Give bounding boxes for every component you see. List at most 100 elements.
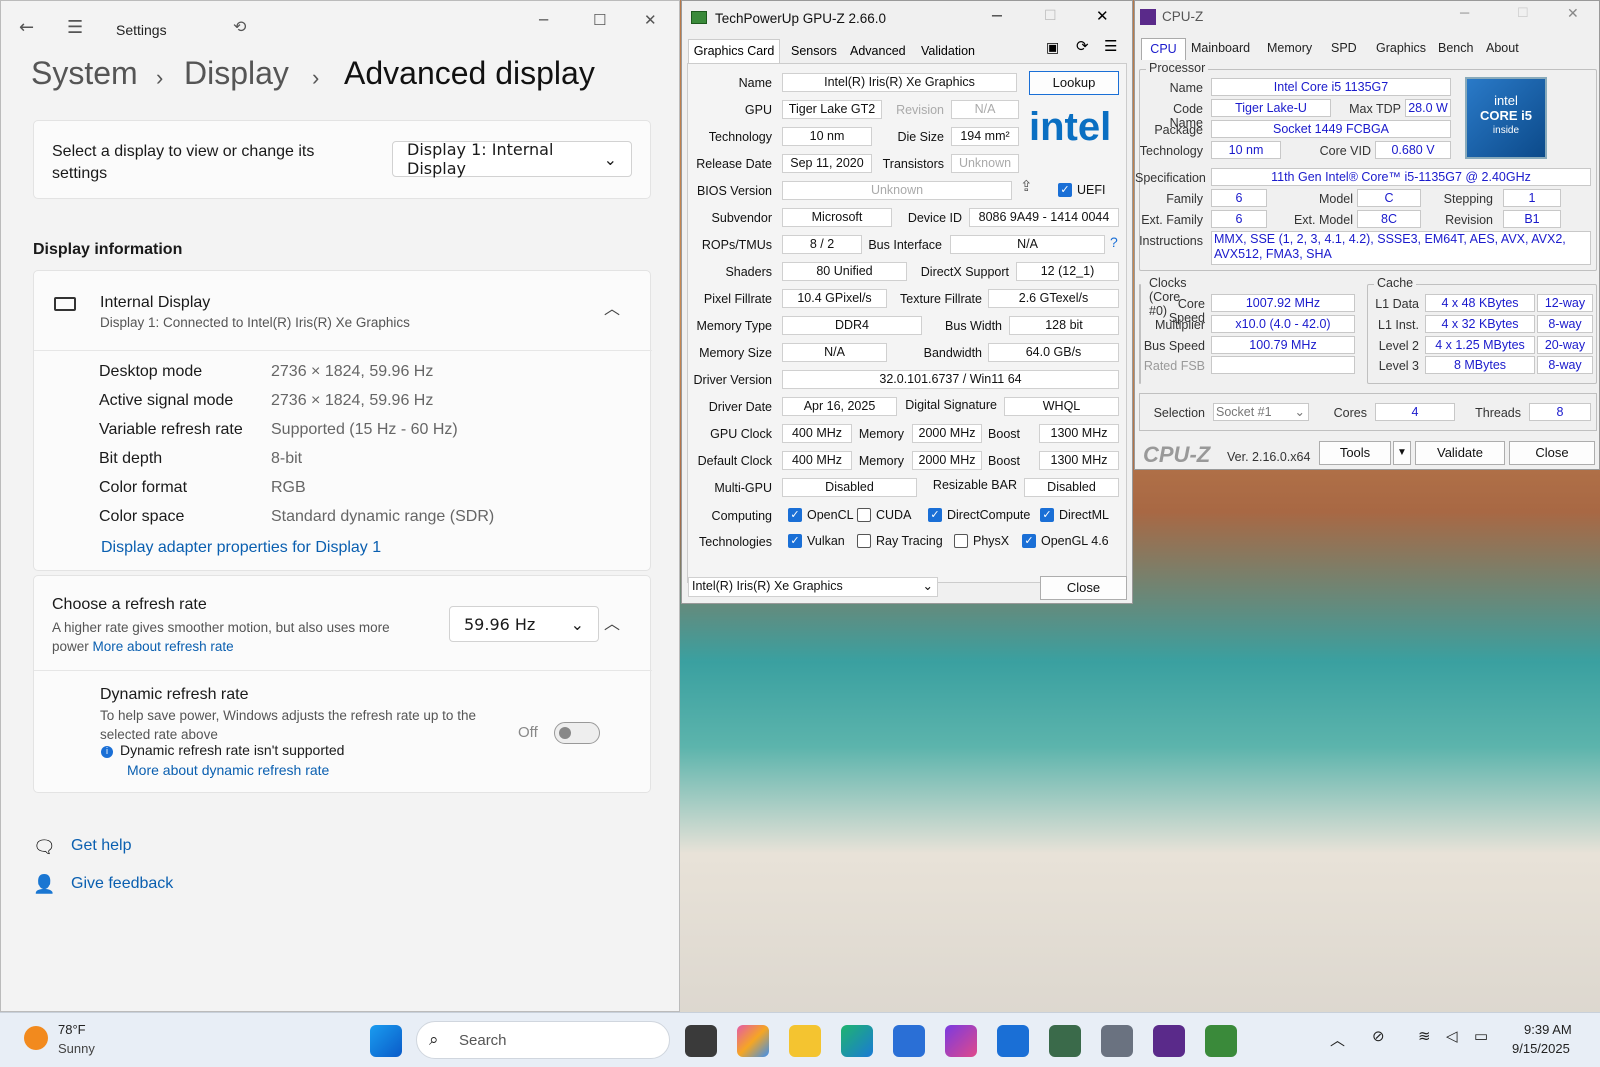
share-icon[interactable]: ⇪ bbox=[1020, 177, 1033, 195]
cores-label: Cores bbox=[1333, 406, 1367, 420]
uefi-checkbox[interactable]: ✓ UEFI bbox=[1058, 183, 1105, 197]
revision-label: Revision bbox=[896, 103, 944, 117]
breadcrumb-system[interactable]: System bbox=[31, 55, 138, 92]
weather-temp[interactable]: 78°F bbox=[58, 1022, 86, 1037]
breadcrumb-display[interactable]: Display bbox=[184, 55, 289, 92]
refresh-title: Choose a refresh rate bbox=[52, 596, 207, 613]
get-help-link[interactable]: Get help bbox=[71, 837, 131, 855]
tools-button[interactable]: Tools bbox=[1319, 441, 1391, 465]
tab-graphics[interactable]: Graphics bbox=[1376, 41, 1426, 55]
tab-graphics-card[interactable]: Graphics Card bbox=[688, 39, 780, 63]
copilot-icon[interactable] bbox=[737, 1025, 769, 1057]
help-icon[interactable]: ? bbox=[1110, 234, 1118, 250]
cpuz-taskbar-icon[interactable] bbox=[1153, 1025, 1185, 1057]
volume-icon[interactable]: ◁ bbox=[1446, 1027, 1458, 1045]
chevron-up-icon[interactable]: ︿ bbox=[604, 295, 620, 319]
socket-select[interactable]: Socket #1 ⌄ bbox=[1213, 403, 1309, 421]
cpuz-title: CPU-Z bbox=[1162, 9, 1204, 24]
close-icon[interactable]: ✕ bbox=[1567, 5, 1579, 22]
maximize-icon[interactable]: ☐ bbox=[593, 11, 606, 29]
minimize-icon[interactable]: ─ bbox=[539, 11, 548, 29]
directml-checkbox[interactable]: ✓ DirectML bbox=[1040, 508, 1109, 522]
refresh-dropdown[interactable]: 59.96 Hz ⌄ bbox=[449, 606, 599, 642]
task-view-icon[interactable] bbox=[685, 1025, 717, 1057]
settings-window: ← ☰ Settings ⟲ ─ ☐ ✕ System › Display › … bbox=[0, 0, 680, 1012]
battery-icon[interactable]: ▭ bbox=[1474, 1027, 1488, 1045]
name-value: Intel(R) Iris(R) Xe Graphics bbox=[782, 73, 1017, 92]
tab-about[interactable]: About bbox=[1486, 41, 1519, 55]
maximize-icon[interactable]: ☐ bbox=[1517, 5, 1529, 21]
minimize-icon[interactable]: ─ bbox=[992, 7, 1002, 23]
gpu-select[interactable]: Intel(R) Iris(R) Xe Graphics ⌄ bbox=[688, 577, 938, 597]
opengl-checkbox[interactable]: ✓ OpenGL 4.6 bbox=[1022, 534, 1109, 548]
tab-sensors[interactable]: Sensors bbox=[791, 44, 837, 58]
dynamic-refresh-toggle[interactable] bbox=[554, 722, 600, 744]
lookup-button[interactable]: Lookup bbox=[1029, 71, 1119, 95]
directcompute-checkbox[interactable]: ✓ DirectCompute bbox=[928, 508, 1030, 522]
tab-spd[interactable]: SPD bbox=[1331, 41, 1357, 55]
clock-time[interactable]: 9:39 AM bbox=[1524, 1022, 1572, 1037]
tab-bench[interactable]: Bench bbox=[1438, 41, 1473, 55]
menu-icon[interactable]: ☰ bbox=[67, 17, 83, 38]
tab-validation[interactable]: Validation bbox=[921, 44, 975, 58]
level2-label: Level 2 bbox=[1378, 339, 1419, 353]
feedback-icon: 👤 bbox=[33, 874, 56, 895]
gpu-clock-value: 400 MHz bbox=[782, 424, 852, 443]
revision-value: B1 bbox=[1503, 210, 1561, 228]
bus-speed-label: Bus Speed bbox=[1143, 339, 1205, 353]
opencl-checkbox[interactable]: ✓ OpenCL bbox=[788, 508, 854, 522]
stepping-label: Stepping bbox=[1443, 192, 1493, 206]
menu-icon[interactable]: ☰ bbox=[1104, 37, 1117, 55]
refresh-icon[interactable]: ⟳ bbox=[1076, 37, 1089, 55]
start-icon[interactable] bbox=[370, 1025, 402, 1057]
store-icon[interactable] bbox=[893, 1025, 925, 1057]
camera-icon[interactable]: ▣ bbox=[1046, 39, 1059, 56]
tab-memory[interactable]: Memory bbox=[1267, 41, 1312, 55]
close-icon[interactable]: ✕ bbox=[644, 11, 657, 29]
network-off-icon[interactable]: ⊘ bbox=[1372, 1027, 1385, 1045]
cuda-checkbox[interactable]: CUDA bbox=[857, 508, 911, 522]
minimize-icon[interactable]: ─ bbox=[1460, 5, 1469, 20]
shaders-value: 80 Unified bbox=[782, 262, 907, 281]
selection-label: Selection bbox=[1153, 406, 1205, 420]
search-icon[interactable]: ⟲ bbox=[233, 17, 246, 36]
give-feedback-link[interactable]: Give feedback bbox=[71, 875, 173, 893]
close-icon[interactable]: ✕ bbox=[1096, 7, 1109, 25]
tab-cpu[interactable]: CPU bbox=[1141, 38, 1186, 60]
maximize-icon[interactable]: ☐ bbox=[1044, 7, 1057, 24]
adapter-properties-link[interactable]: Display adapter properties for Display 1 bbox=[101, 539, 381, 557]
refresh-link[interactable]: More about refresh rate bbox=[93, 639, 234, 654]
search-box[interactable]: ⌕ Search bbox=[416, 1021, 670, 1059]
sun-icon[interactable] bbox=[24, 1026, 48, 1050]
chevron-up-icon[interactable]: ︿ bbox=[1330, 1029, 1345, 1050]
display-name: Internal Display bbox=[100, 294, 211, 311]
outlook-icon[interactable] bbox=[997, 1025, 1029, 1057]
search-icon: ⌕ bbox=[429, 1030, 439, 1049]
back-icon[interactable]: ← bbox=[19, 17, 34, 38]
chevron-up-icon[interactable]: ︿ bbox=[604, 610, 620, 634]
default-clock-value: 400 MHz bbox=[782, 451, 852, 470]
digital-signature-value: WHQL bbox=[1004, 397, 1119, 416]
physx-checkbox[interactable]: PhysX bbox=[954, 534, 1009, 548]
clock-date[interactable]: 9/15/2025 bbox=[1512, 1041, 1570, 1056]
l1-data-label: L1 Data bbox=[1375, 297, 1419, 311]
file-explorer-icon[interactable] bbox=[789, 1025, 821, 1057]
m365-icon[interactable] bbox=[945, 1025, 977, 1057]
monitor-app-icon[interactable] bbox=[1049, 1025, 1081, 1057]
edge-icon[interactable] bbox=[841, 1025, 873, 1057]
vulkan-checkbox[interactable]: ✓ Vulkan bbox=[788, 534, 845, 548]
gpuz-taskbar-icon[interactable] bbox=[1205, 1025, 1237, 1057]
max-tdp-value: 28.0 W bbox=[1405, 99, 1451, 117]
weather-desc[interactable]: Sunny bbox=[58, 1041, 95, 1056]
gpuz-close-button[interactable]: Close bbox=[1040, 576, 1127, 600]
cpuz-close-button[interactable]: Close bbox=[1509, 441, 1595, 465]
display-dropdown[interactable]: Display 1: Internal Display ⌄ bbox=[392, 140, 632, 178]
settings-gear-icon[interactable] bbox=[1101, 1025, 1133, 1057]
validate-button[interactable]: Validate bbox=[1415, 441, 1505, 465]
tools-dropdown-icon[interactable]: ▼ bbox=[1393, 441, 1411, 465]
dynamic-refresh-link[interactable]: More about dynamic refresh rate bbox=[127, 762, 329, 778]
tab-advanced[interactable]: Advanced bbox=[850, 44, 906, 58]
tab-mainboard[interactable]: Mainboard bbox=[1191, 41, 1250, 55]
raytracing-checkbox[interactable]: Ray Tracing bbox=[857, 534, 943, 548]
wifi-icon[interactable]: ≋ bbox=[1418, 1027, 1431, 1045]
